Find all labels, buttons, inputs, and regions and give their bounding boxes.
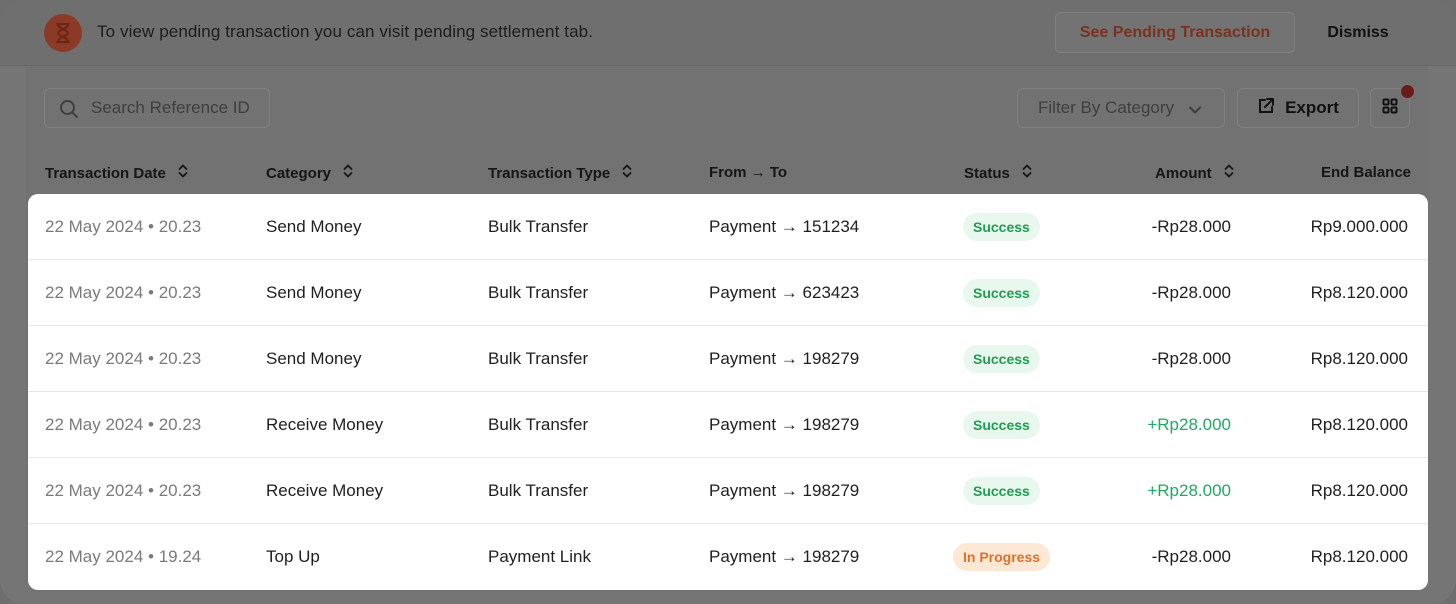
cell-from-to: Payment → 198279 (709, 481, 860, 500)
table-row[interactable]: 22 May 2024 • 20.23 Send Money Bulk Tran… (28, 260, 1428, 326)
status-badge: Success (963, 213, 1040, 241)
search-input[interactable] (91, 89, 261, 127)
cell-amount: -Rp28.000 (1151, 547, 1231, 566)
cell-from-to: Payment → 198279 (709, 415, 860, 434)
column-header-status[interactable]: Status (964, 164, 1032, 182)
cell-category: Top Up (266, 547, 320, 566)
cell-end-balance: Rp8.120.000 (1310, 415, 1408, 434)
search-icon (59, 99, 79, 124)
table-row[interactable]: 22 May 2024 • 19.24 Top Up Payment Link … (28, 524, 1428, 590)
cell-from-to: Payment → 198279 (709, 349, 860, 368)
column-header-from-to: From → To (709, 164, 787, 181)
table-row[interactable]: 22 May 2024 • 20.23 Send Money Bulk Tran… (28, 194, 1428, 260)
cell-date: 22 May 2024 • 20.23 (45, 481, 202, 500)
dismiss-button[interactable]: Dismiss (1310, 12, 1406, 53)
header-label: End Balance (1321, 164, 1412, 181)
table-row[interactable]: 22 May 2024 • 20.23 Send Money Bulk Tran… (28, 326, 1428, 392)
cell-category: Receive Money (266, 481, 384, 500)
cell-type: Payment Link (488, 547, 591, 566)
cell-amount: +Rp28.000 (1147, 481, 1231, 500)
cell-date: 22 May 2024 • 20.23 (45, 283, 202, 302)
cell-category: Send Money (266, 217, 362, 236)
column-header-amount[interactable]: Amount (1155, 164, 1234, 182)
cell-category: Send Money (266, 349, 362, 368)
overlay-backdrop: To view pending transaction you can visi… (0, 0, 1456, 604)
cell-type: Bulk Transfer (488, 481, 589, 500)
banner-message: To view pending transaction you can visi… (97, 22, 594, 41)
filter-label: Filter By Category (1038, 98, 1175, 117)
column-header-end-balance: End Balance (1321, 164, 1411, 181)
status-badge: In Progress (953, 543, 1051, 571)
cell-from-to: Payment → 198279 (709, 547, 860, 566)
sort-icon[interactable] (1224, 164, 1234, 182)
cell-category: Send Money (266, 283, 362, 302)
table-body: 22 May 2024 • 20.23 Send Money Bulk Tran… (28, 194, 1428, 590)
cell-amount: -Rp28.000 (1151, 283, 1231, 302)
notification-dot (1400, 84, 1415, 99)
table-row[interactable]: 22 May 2024 • 20.23 Receive Money Bulk T… (28, 458, 1428, 524)
sort-icon[interactable] (1022, 164, 1032, 182)
cell-amount: +Rp28.000 (1147, 415, 1231, 434)
search-box[interactable] (44, 88, 270, 128)
status-badge: Success (963, 279, 1040, 307)
cell-amount: -Rp28.000 (1151, 217, 1231, 236)
hourglass-icon (44, 14, 82, 52)
cell-end-balance: Rp8.120.000 (1310, 481, 1408, 500)
table-header: Transaction Date Category Transaction Ty… (0, 160, 1456, 188)
external-link-icon (1257, 97, 1275, 120)
table-row[interactable]: 22 May 2024 • 20.23 Receive Money Bulk T… (28, 392, 1428, 458)
export-label: Export (1285, 98, 1339, 117)
cell-end-balance: Rp8.120.000 (1310, 349, 1408, 368)
status-badge: Success (963, 345, 1040, 373)
header-label: From → To (709, 164, 788, 181)
header-label: Status (964, 164, 1010, 182)
cell-end-balance: Rp8.120.000 (1310, 283, 1408, 302)
cell-date: 22 May 2024 • 19.24 (45, 547, 202, 566)
cell-date: 22 May 2024 • 20.23 (45, 217, 202, 236)
header-label: Category (266, 164, 332, 182)
cell-from-to: Payment → 151234 (709, 217, 860, 236)
chevron-down-icon (1188, 102, 1202, 122)
cell-amount: -Rp28.000 (1151, 349, 1231, 368)
cell-type: Bulk Transfer (488, 217, 589, 236)
cell-type: Bulk Transfer (488, 349, 589, 368)
cell-category: Receive Money (266, 415, 384, 434)
column-header-transaction-date[interactable]: Transaction Date (45, 164, 188, 182)
see-pending-transaction-button[interactable]: See Pending Transaction (1055, 12, 1295, 53)
status-badge: Success (963, 411, 1040, 439)
grid-icon (1382, 98, 1398, 119)
column-header-transaction-type[interactable]: Transaction Type (488, 164, 632, 182)
cell-type: Bulk Transfer (488, 283, 589, 302)
column-header-category[interactable]: Category (266, 164, 353, 182)
status-badge: Success (963, 477, 1040, 505)
cell-from-to: Payment → 623423 (709, 283, 860, 302)
export-button[interactable]: Export (1237, 88, 1359, 128)
cell-end-balance: Rp9.000.000 (1310, 217, 1408, 236)
header-label: Transaction Type (488, 164, 611, 182)
filter-by-category-dropdown[interactable]: Filter By Category (1017, 88, 1225, 128)
cell-end-balance: Rp8.120.000 (1310, 547, 1408, 566)
sort-icon[interactable] (622, 164, 632, 182)
pending-banner: To view pending transaction you can visi… (0, 0, 1456, 66)
header-label: Amount (1155, 164, 1212, 182)
sort-icon[interactable] (343, 164, 353, 182)
cell-date: 22 May 2024 • 20.23 (45, 349, 202, 368)
cell-type: Bulk Transfer (488, 415, 589, 434)
sort-icon[interactable] (178, 164, 188, 182)
cell-date: 22 May 2024 • 20.23 (45, 415, 202, 434)
header-label: Transaction Date (45, 164, 166, 182)
